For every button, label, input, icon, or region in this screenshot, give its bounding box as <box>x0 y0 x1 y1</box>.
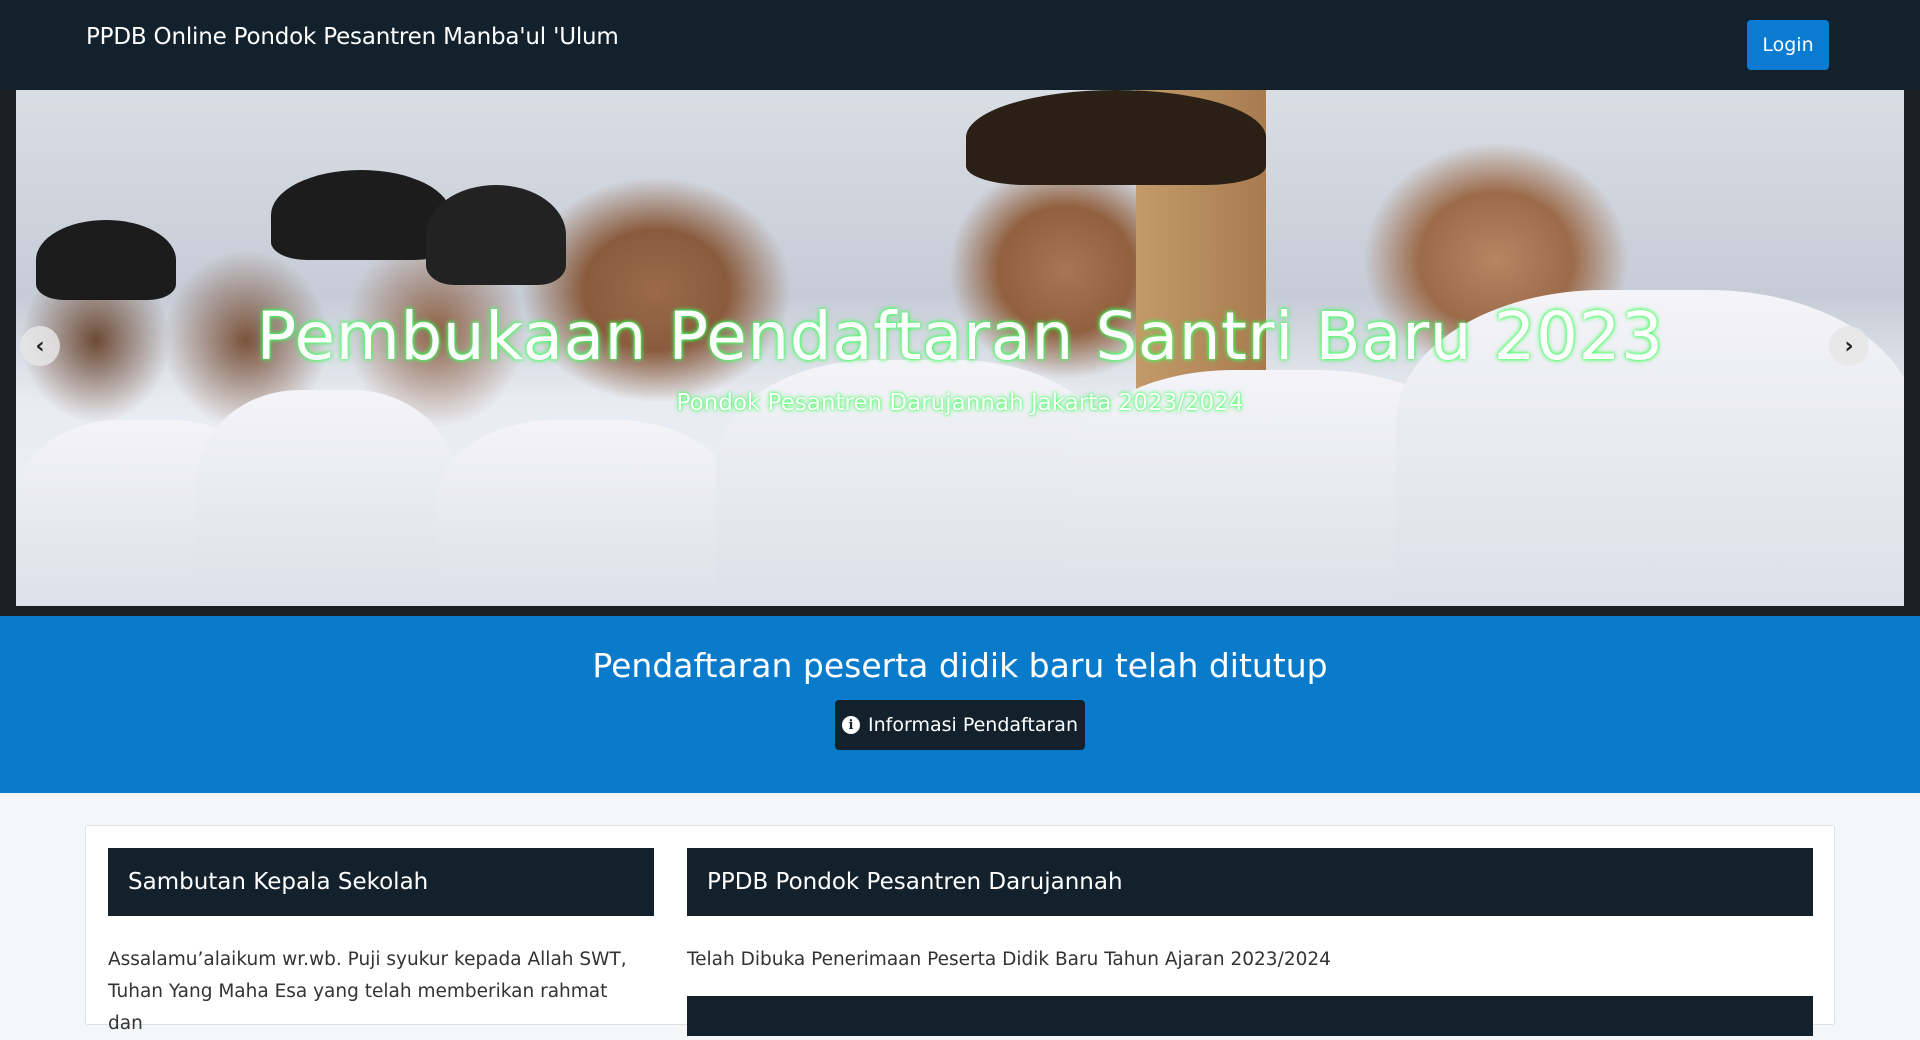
hero-slide-image: Pembukaan Pendaftaran Santri Baru 2023 P… <box>16 90 1904 606</box>
hero-carousel: Pembukaan Pendaftaran Santri Baru 2023 P… <box>0 90 1920 616</box>
chevron-left-icon: ‹ <box>35 333 45 359</box>
child-robe <box>196 390 456 606</box>
content-panel: Sambutan Kepala Sekolah Assalamu’alaikum… <box>85 825 1835 1036</box>
chevron-right-icon: › <box>1844 333 1854 359</box>
carousel-next-button[interactable]: › <box>1829 326 1869 366</box>
announcement-banner: Pendaftaran peserta didik baru telah dit… <box>0 616 1920 793</box>
announcement-text: Pendaftaran peserta didik baru telah dit… <box>592 646 1328 685</box>
child-cap <box>36 220 176 300</box>
top-navbar: PPDB Online Pondok Pesantren Manba'ul 'U… <box>0 0 1920 90</box>
ppdb-info-header: PPDB Pondok Pesantren Darujannah <box>687 848 1813 916</box>
hero-title: Pembukaan Pendaftaran Santri Baru 2023 <box>256 298 1664 375</box>
ppdb-info-text: Telah Dibuka Penerimaan Peserta Didik Ba… <box>687 949 1331 970</box>
child-cap <box>966 90 1266 185</box>
site-brand[interactable]: PPDB Online Pondok Pesantren Manba'ul 'U… <box>86 24 619 50</box>
registration-info-label: Informasi Pendaftaran <box>868 714 1078 736</box>
ppdb-info-subheader <box>687 996 1813 1036</box>
principal-welcome-header: Sambutan Kepala Sekolah <box>108 848 654 916</box>
login-button[interactable]: Login <box>1747 20 1829 70</box>
child-cap <box>426 185 566 285</box>
carousel-prev-button[interactable]: ‹ <box>20 326 60 366</box>
child-cap <box>271 170 451 260</box>
child-robe <box>436 420 736 606</box>
hero-subtitle: Pondok Pesantren Darujannah Jakarta 2023… <box>676 390 1244 416</box>
info-circle-icon: i <box>842 716 861 734</box>
registration-info-button[interactable]: i Informasi Pendaftaran <box>835 700 1085 750</box>
principal-welcome-text: Assalamu’alaikum wr.wb. Puji syukur kepa… <box>108 949 627 1034</box>
